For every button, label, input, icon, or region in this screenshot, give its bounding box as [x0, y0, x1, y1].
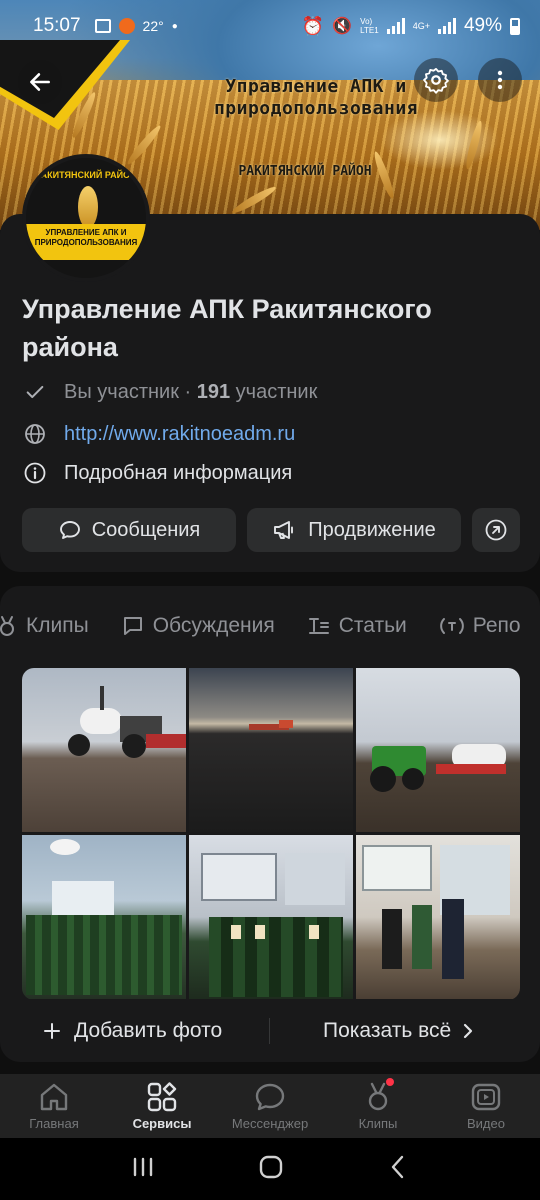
show-all-label: Показать всё [323, 1019, 452, 1042]
photo-thumbnail[interactable] [356, 835, 520, 999]
tab-clips[interactable]: Клипы [0, 614, 89, 638]
plus-icon [44, 1023, 60, 1039]
signal-icon-2 [437, 18, 456, 34]
nav-clips[interactable]: Клипы [324, 1077, 432, 1131]
tab-label: Клипы [26, 614, 89, 637]
volte-icon: Vo) LTE1 [360, 17, 379, 35]
photo-thumbnail[interactable] [356, 668, 520, 832]
avatar-bottom-text: УПРАВЛЕНИЕ АПК И ПРИРОДОПОЛЬЗОВАНИЯ [34, 228, 138, 247]
avatar-top-text: РАКИТЯНСКИЙ РАЙОН [35, 170, 137, 180]
nav-messenger[interactable]: Мессенджер [216, 1082, 324, 1131]
home-icon [40, 1083, 68, 1110]
tab-podcasts[interactable]: Репо [439, 614, 521, 638]
arrow-left-icon [30, 73, 50, 91]
bottom-navigation: Главная Сервисы Мессенджер Клипы Видео [0, 1074, 540, 1138]
section-tabs: Клипы Обсуждения Статьи Репо [0, 600, 540, 652]
cover-title: Управление АПК и природопользования [213, 76, 419, 119]
nav-video[interactable]: Видео [432, 1082, 540, 1131]
nav-label: Мессенджер [231, 1115, 309, 1131]
page-title: Управление АПК Ракитянского района [22, 294, 432, 362]
nav-label: Сервисы [132, 1115, 192, 1131]
messages-button[interactable]: Сообщения [22, 508, 236, 552]
website-row[interactable]: http://www.rakitnoeadm.ru [22, 421, 295, 447]
tab-discussions[interactable]: Обсуждения [121, 614, 275, 638]
nav-label: Главная [29, 1115, 79, 1131]
gallery-icon [94, 19, 111, 33]
chevron-right-icon [464, 1023, 473, 1039]
discussion-icon [123, 617, 142, 635]
tab-label: Репо [472, 614, 521, 637]
chevron-left-icon [391, 1155, 403, 1178]
tab-label: Статьи [338, 614, 407, 637]
messenger-icon [255, 1083, 285, 1110]
recent-apps-button[interactable] [130, 1155, 156, 1184]
messages-button-label: Сообщения [91, 518, 201, 541]
recent-apps-icon [134, 1157, 153, 1176]
alarm-icon: ⏰ [301, 15, 325, 36]
nav-home[interactable]: Главная [0, 1082, 108, 1131]
articles-icon [308, 618, 329, 634]
avatar[interactable]: РАКИТЯНСКИЙ РАЙОН УПРАВЛЕНИЕ АПК И ПРИРО… [22, 154, 150, 282]
home-circle-icon [259, 1155, 283, 1178]
divider [269, 1018, 270, 1044]
promotion-button-label: Продвижение [308, 518, 436, 541]
network-type-icon: 4G+ [412, 21, 430, 31]
membership-status: Вы участник · [64, 380, 197, 403]
photo-thumbnail[interactable] [22, 835, 186, 999]
membership-row[interactable]: Вы участник · 191 участник [22, 379, 317, 405]
photo-thumbnail[interactable] [22, 668, 186, 832]
member-count-suffix: участник [230, 380, 318, 403]
wheat-icon [78, 186, 98, 228]
gear-icon [423, 67, 449, 94]
tab-label: Обсуждения [152, 614, 275, 637]
settings-button[interactable] [414, 58, 458, 102]
check-icon [22, 379, 48, 405]
website-link[interactable]: http://www.rakitnoeadm.ru [64, 423, 295, 446]
share-button[interactable] [472, 508, 520, 552]
add-photo-button[interactable]: Добавить фото [42, 1016, 222, 1046]
globe-icon [22, 421, 48, 447]
dot-icon: ● [171, 20, 178, 32]
signal-icon [386, 18, 405, 34]
clips-icon [368, 1082, 388, 1110]
status-bar: 15:07 22° ● ⏰ 🔇 Vo) LTE1 4G+ 49% [0, 0, 540, 52]
back-button[interactable] [18, 60, 62, 104]
info-icon [22, 460, 48, 486]
status-battery-level: 49% [463, 15, 502, 36]
clips-icon [0, 616, 14, 636]
notification-badge [386, 1077, 394, 1086]
status-temperature: 22° [142, 18, 164, 34]
services-icon [147, 1081, 177, 1111]
nav-services[interactable]: Сервисы [108, 1081, 216, 1131]
podcast-icon [439, 618, 464, 634]
status-time: 15:07 [33, 15, 81, 36]
system-back-button[interactable] [386, 1153, 410, 1186]
promotion-button[interactable]: Продвижение [247, 508, 461, 552]
more-button[interactable] [478, 58, 522, 102]
details-row[interactable]: Подробная информация [22, 460, 292, 486]
details-label: Подробная информация [64, 461, 293, 484]
show-all-button[interactable]: Показать всё [323, 1016, 475, 1046]
message-bubble-icon [59, 521, 80, 539]
photo-thumbnail[interactable] [189, 835, 353, 999]
megaphone-icon [274, 521, 294, 539]
nav-label: Видео [467, 1115, 505, 1131]
system-navigation-bar [0, 1138, 540, 1200]
cover-subtitle: РАКИТЯНСКИЙ РАЙОН [238, 164, 372, 179]
mute-icon: 🔇 [332, 18, 353, 35]
add-photo-label: Добавить фото [74, 1019, 223, 1042]
video-icon [471, 1083, 501, 1110]
tab-articles[interactable]: Статьи [307, 614, 407, 638]
notification-app-icon [118, 18, 135, 34]
member-count: 191 [196, 380, 231, 403]
photo-grid [22, 668, 520, 1000]
battery-icon [510, 17, 520, 35]
share-arrow-icon [485, 519, 507, 541]
home-system-button[interactable] [257, 1153, 285, 1186]
nav-label: Клипы [358, 1115, 398, 1131]
more-vertical-icon [497, 70, 503, 90]
photo-thumbnail[interactable] [189, 668, 353, 832]
